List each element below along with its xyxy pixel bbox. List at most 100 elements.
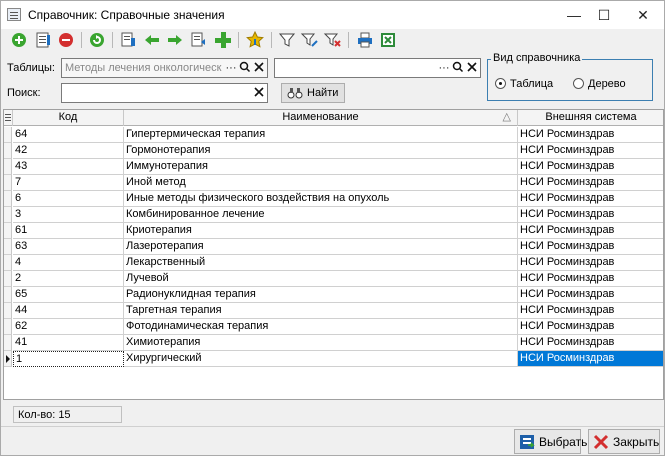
cell-name[interactable]: Гипертермическая терапия <box>124 127 518 143</box>
tables-field-2[interactable]: ··· <box>274 58 481 78</box>
clear-icon[interactable] <box>252 86 266 100</box>
cell-name[interactable]: Иммунотерапия <box>124 159 518 175</box>
cell-system[interactable]: НСИ Росминздрав <box>518 319 663 335</box>
table-row[interactable]: 6 Иные методы физического воздействия на … <box>4 191 663 207</box>
cell-code[interactable]: 3 <box>13 207 124 223</box>
radio-tree[interactable] <box>573 78 584 89</box>
cell-system[interactable]: НСИ Росминздрав <box>518 127 663 143</box>
cell-system[interactable]: НСИ Росминздрав <box>518 335 663 351</box>
table-row[interactable]: 43 Иммунотерапия НСИ Росминздрав <box>4 159 663 175</box>
cell-code[interactable]: 41 <box>13 335 124 351</box>
cell-name[interactable]: Комбинированное лечение <box>124 207 518 223</box>
row-indicator[interactable] <box>4 303 12 319</box>
radio-table-label[interactable]: Таблица <box>510 78 553 90</box>
add-green-button[interactable] <box>213 30 233 50</box>
tables-field[interactable]: Методы лечения онкологическ ··· <box>61 58 268 78</box>
radio-table[interactable] <box>495 78 506 89</box>
table-row[interactable]: 41 Химиотерапия НСИ Росминздрав <box>4 335 663 351</box>
delete-button[interactable] <box>56 30 76 50</box>
cell-code[interactable]: 6 <box>13 191 124 207</box>
column-chooser-icon[interactable] <box>4 110 13 126</box>
cell-system[interactable]: НСИ Росминздрав <box>518 287 663 303</box>
table-row[interactable]: 42 Гормонотерапия НСИ Росминздрав <box>4 143 663 159</box>
row-indicator[interactable] <box>4 223 12 239</box>
cell-system[interactable]: НСИ Росминздрав <box>518 175 663 191</box>
table-row[interactable]: 44 Таргетная терапия НСИ Росминздрав <box>4 303 663 319</box>
cell-code[interactable]: 64 <box>13 127 124 143</box>
cell-code[interactable]: 61 <box>13 223 124 239</box>
row-indicator[interactable] <box>4 207 12 223</box>
cell-code[interactable]: 4 <box>13 255 124 271</box>
import-button[interactable] <box>189 30 209 50</box>
cell-code[interactable]: 44 <box>13 303 124 319</box>
cell-name[interactable]: Таргетная терапия <box>124 303 518 319</box>
table-row[interactable]: 4 Лекарственный НСИ Росминздрав <box>4 255 663 271</box>
search-icon[interactable] <box>451 61 465 75</box>
cell-system[interactable]: НСИ Росминздрав <box>518 255 663 271</box>
table-row[interactable]: 61 Криотерапия НСИ Росминздрав <box>4 223 663 239</box>
cell-system[interactable]: НСИ Росминздрав <box>518 303 663 319</box>
table-row[interactable]: 1 Хирургический НСИ Росминздрав <box>4 351 663 367</box>
cell-code[interactable]: 2 <box>13 271 124 287</box>
row-indicator[interactable] <box>4 143 12 159</box>
cell-name[interactable]: Лазеротерапия <box>124 239 518 255</box>
row-indicator[interactable] <box>4 127 12 143</box>
search-icon[interactable] <box>238 61 252 75</box>
cell-name[interactable]: Радионуклидная терапия <box>124 287 518 303</box>
row-indicator[interactable] <box>4 191 12 207</box>
cell-name[interactable]: Хирургический <box>124 351 518 367</box>
column-header-system[interactable]: Внешняя система <box>518 110 663 126</box>
add-button[interactable] <box>9 30 29 50</box>
cell-code[interactable]: 63 <box>13 239 124 255</box>
cell-code[interactable]: 43 <box>13 159 124 175</box>
cell-name[interactable]: Фотодинамическая терапия <box>124 319 518 335</box>
row-indicator[interactable] <box>4 239 12 255</box>
row-indicator[interactable] <box>4 319 12 335</box>
table-row[interactable]: 65 Радионуклидная терапия НСИ Росминздрав <box>4 287 663 303</box>
copy-button[interactable] <box>118 30 138 50</box>
cell-name[interactable]: Лучевой <box>124 271 518 287</box>
cell-system[interactable]: НСИ Росминздрав <box>518 223 663 239</box>
cell-system[interactable]: НСИ Росминздрав <box>518 271 663 287</box>
cell-system[interactable]: НСИ Росминздрав <box>518 351 663 367</box>
row-indicator[interactable] <box>4 271 12 287</box>
more-icon[interactable]: ··· <box>224 61 238 75</box>
cell-code[interactable]: 65 <box>13 287 124 303</box>
clear-icon[interactable] <box>465 61 479 75</box>
clear-icon[interactable] <box>252 61 266 75</box>
filter-edit-button[interactable] <box>300 30 320 50</box>
cell-system[interactable]: НСИ Росминздрав <box>518 143 663 159</box>
table-row[interactable]: 62 Фотодинамическая терапия НСИ Росминздра… <box>4 319 663 335</box>
filter-clear-button[interactable] <box>323 30 343 50</box>
table-row[interactable]: 7 Иной метод НСИ Росминздрав <box>4 175 663 191</box>
table-row[interactable]: 63 Лазеротерапия НСИ Росминздрав <box>4 239 663 255</box>
cell-name[interactable]: Иной метод <box>124 175 518 191</box>
table-row[interactable]: 64 Гипертермическая терапия НСИ Росминздра… <box>4 127 663 143</box>
refresh-button[interactable] <box>87 30 107 50</box>
cell-name[interactable]: Гормонотерапия <box>124 143 518 159</box>
table-row[interactable]: 3 Комбинированное лечение НСИ Росминздрав <box>4 207 663 223</box>
cell-name[interactable]: Криотерапия <box>124 223 518 239</box>
row-indicator[interactable] <box>4 159 12 175</box>
cell-name[interactable]: Лекарственный <box>124 255 518 271</box>
cell-code[interactable]: 62 <box>13 319 124 335</box>
more-icon[interactable]: ··· <box>437 61 451 75</box>
row-indicator[interactable] <box>4 287 12 303</box>
print-button[interactable] <box>355 30 375 50</box>
cell-system[interactable]: НСИ Росминздрав <box>518 159 663 175</box>
move-right-button[interactable] <box>165 30 185 50</box>
row-indicator[interactable] <box>4 351 12 367</box>
move-left-button[interactable] <box>142 30 162 50</box>
cell-system[interactable]: НСИ Росминздрав <box>518 207 663 223</box>
cell-code[interactable]: 42 <box>13 143 124 159</box>
cell-system[interactable]: НСИ Росминздрав <box>518 191 663 207</box>
cell-code[interactable]: 7 <box>13 175 124 191</box>
favorite-button[interactable] <box>245 30 265 50</box>
maximize-button[interactable]: ☐ <box>586 1 622 29</box>
close-window-button[interactable]: ✕ <box>625 1 661 29</box>
cell-name[interactable]: Иные методы физического воздействия на о… <box>124 191 518 207</box>
radio-tree-label[interactable]: Дерево <box>588 78 626 90</box>
select-button[interactable]: Выбрать <box>514 429 587 454</box>
close-button[interactable]: Закрыть <box>588 429 660 454</box>
row-indicator[interactable] <box>4 175 12 191</box>
